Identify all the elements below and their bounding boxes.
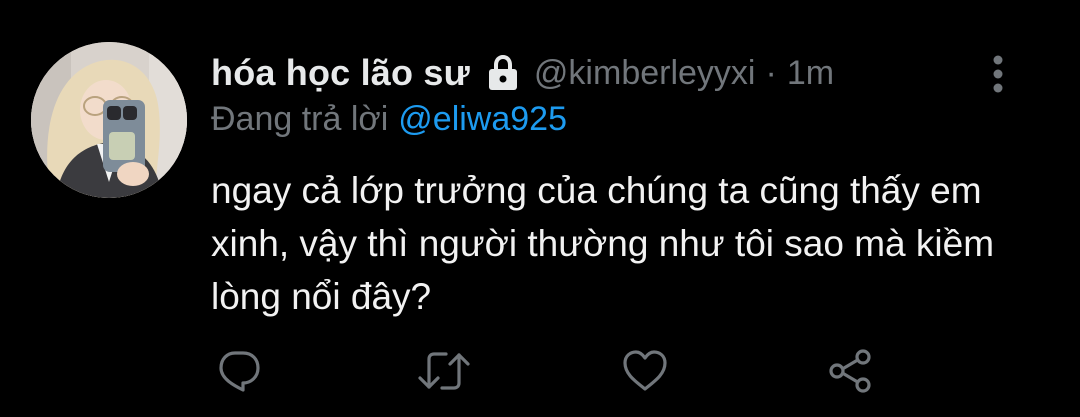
timestamp[interactable]: 1m xyxy=(787,54,834,93)
tweet-text: ngay cả lớp trưởng của chúng ta cũng thấ… xyxy=(211,170,995,317)
replying-to: Đang trả lời @eliwa925 xyxy=(211,100,567,139)
avatar-photo xyxy=(31,42,187,198)
tweet[interactable]: hóa học lão sư @kimberleyyxi · 1m Đang t… xyxy=(0,0,1080,417)
lock-icon xyxy=(486,54,520,92)
handle[interactable]: @kimberleyyxi xyxy=(534,54,756,93)
more-vertical-icon[interactable] xyxy=(986,52,1010,96)
reply-mention-link[interactable]: @eliwa925 xyxy=(398,100,567,138)
avatar[interactable] xyxy=(31,42,187,198)
share-icon[interactable] xyxy=(826,347,874,395)
reply-icon[interactable] xyxy=(215,347,263,395)
separator-dot: · xyxy=(765,53,777,92)
replying-to-label: Đang trả lời xyxy=(211,100,389,138)
display-name[interactable]: hóa học lão sư xyxy=(211,52,470,94)
heart-icon[interactable] xyxy=(621,347,669,395)
retweet-icon[interactable] xyxy=(416,347,472,395)
tweet-header: hóa học lão sư @kimberleyyxi · 1m xyxy=(211,50,834,96)
